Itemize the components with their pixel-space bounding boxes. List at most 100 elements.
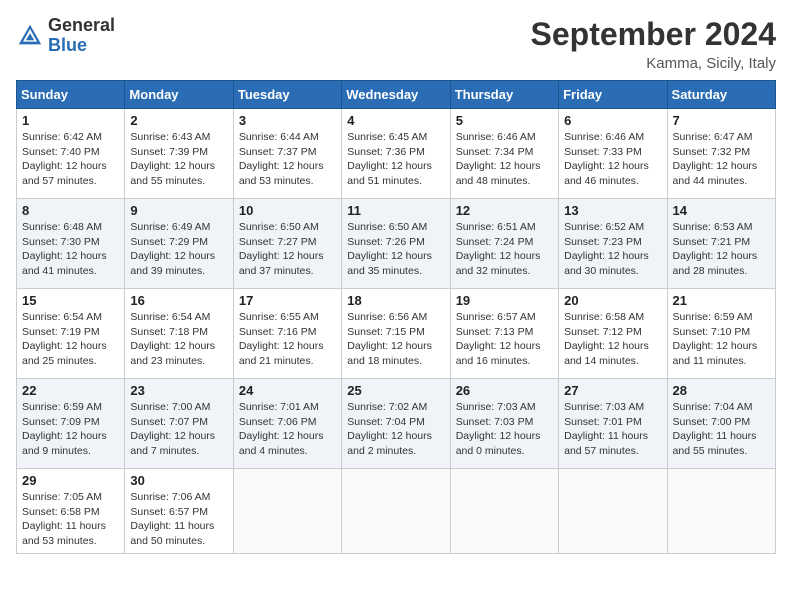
calendar-cell [559,469,667,554]
title-block: September 2024 Kamma, Sicily, Italy [531,16,776,72]
day-info: Sunrise: 6:50 AMSunset: 7:26 PMDaylight:… [347,220,444,279]
day-info: Sunrise: 7:06 AMSunset: 6:57 PMDaylight:… [130,490,227,549]
day-info: Sunrise: 6:57 AMSunset: 7:13 PMDaylight:… [456,310,553,369]
column-header-monday: Monday [125,81,233,109]
day-info: Sunrise: 6:55 AMSunset: 7:16 PMDaylight:… [239,310,336,369]
day-info: Sunrise: 7:05 AMSunset: 6:58 PMDaylight:… [22,490,119,549]
calendar-cell [450,469,558,554]
day-info: Sunrise: 6:42 AMSunset: 7:40 PMDaylight:… [22,130,119,189]
column-header-saturday: Saturday [667,81,775,109]
day-number: 3 [239,113,336,128]
calendar-cell: 26 Sunrise: 7:03 AMSunset: 7:03 PMDayligh… [450,379,558,469]
logo: General Blue [16,16,115,56]
day-info: Sunrise: 6:54 AMSunset: 7:19 PMDaylight:… [22,310,119,369]
day-number: 8 [22,203,119,218]
day-info: Sunrise: 6:46 AMSunset: 7:33 PMDaylight:… [564,130,661,189]
column-header-friday: Friday [559,81,667,109]
day-number: 10 [239,203,336,218]
day-number: 14 [673,203,770,218]
calendar-cell [233,469,341,554]
calendar-cell: 23Sunrise: 7:00 AMSunset: 7:07 PMDayligh… [125,379,233,469]
day-info: Sunrise: 6:43 AMSunset: 7:39 PMDaylight:… [130,130,227,189]
day-info: Sunrise: 6:59 AMSunset: 7:09 PMDaylight:… [22,400,119,459]
logo-blue-text: Blue [48,36,115,56]
day-info: Sunrise: 6:46 AMSunset: 7:34 PMDaylight:… [456,130,553,189]
day-number: 21 [673,293,770,308]
day-number: 26 [456,383,553,398]
calendar-header-row: SundayMondayTuesdayWednesdayThursdayFrid… [17,81,776,109]
day-number: 13 [564,203,661,218]
day-number: 4 [347,113,444,128]
day-number: 30 [130,473,227,488]
calendar-cell: 9Sunrise: 6:49 AMSunset: 7:29 PMDaylight… [125,199,233,289]
day-info: Sunrise: 7:03 AMSunset: 7:03 PMDaylight:… [456,400,553,459]
calendar-table: SundayMondayTuesdayWednesdayThursdayFrid… [16,80,776,554]
day-info: Sunrise: 6:53 AMSunset: 7:21 PMDaylight:… [673,220,770,279]
column-header-wednesday: Wednesday [342,81,450,109]
calendar-cell: 27Sunrise: 7:03 AMSunset: 7:01 PMDayligh… [559,379,667,469]
day-info: Sunrise: 6:49 AMSunset: 7:29 PMDaylight:… [130,220,227,279]
day-number: 28 [673,383,770,398]
column-header-tuesday: Tuesday [233,81,341,109]
calendar-cell: 20Sunrise: 6:58 AMSunset: 7:12 PMDayligh… [559,289,667,379]
calendar-cell: 17 Sunrise: 6:55 AMSunset: 7:16 PMDayligh… [233,289,341,379]
day-number: 6 [564,113,661,128]
day-number: 7 [673,113,770,128]
day-info: Sunrise: 6:44 AMSunset: 7:37 PMDaylight:… [239,130,336,189]
day-info: Sunrise: 6:59 AMSunset: 7:10 PMDaylight:… [673,310,770,369]
day-number: 16 [130,293,227,308]
day-number: 27 [564,383,661,398]
day-number: 18 [347,293,444,308]
day-info: Sunrise: 6:50 AMSunset: 7:27 PMDaylight:… [239,220,336,279]
location-text: Kamma, Sicily, Italy [531,55,776,72]
calendar-cell: 4 Sunrise: 6:45 AMSunset: 7:36 PMDaylight… [342,109,450,199]
day-number: 19 [456,293,553,308]
calendar-cell: 10 Sunrise: 6:50 AMSunset: 7:27 PMDayligh… [233,199,341,289]
day-info: Sunrise: 7:00 AMSunset: 7:07 PMDaylight:… [130,400,227,459]
day-number: 1 [22,113,119,128]
day-number: 25 [347,383,444,398]
day-number: 17 [239,293,336,308]
calendar-cell: 24 Sunrise: 7:01 AMSunset: 7:06 PMDayligh… [233,379,341,469]
calendar-cell: 19 Sunrise: 6:57 AMSunset: 7:13 PMDayligh… [450,289,558,379]
page-header: General Blue September 2024 Kamma, Sicil… [16,16,776,72]
month-title: September 2024 [531,16,776,53]
logo-icon [16,22,44,50]
column-header-thursday: Thursday [450,81,558,109]
calendar-cell: 14 Sunrise: 6:53 AMSunset: 7:21 PMDayligh… [667,199,775,289]
day-number: 15 [22,293,119,308]
day-info: Sunrise: 6:56 AMSunset: 7:15 PMDaylight:… [347,310,444,369]
calendar-week-row: 1 Sunrise: 6:42 AMSunset: 7:40 PMDaylight… [17,109,776,199]
day-number: 12 [456,203,553,218]
calendar-cell [667,469,775,554]
day-number: 24 [239,383,336,398]
calendar-cell: 12 Sunrise: 6:51 AMSunset: 7:24 PMDayligh… [450,199,558,289]
day-number: 2 [130,113,227,128]
calendar-week-row: 8 Sunrise: 6:48 AMSunset: 7:30 PMDaylight… [17,199,776,289]
calendar-cell: 15 Sunrise: 6:54 AMSunset: 7:19 PMDayligh… [17,289,125,379]
calendar-cell: 13Sunrise: 6:52 AMSunset: 7:23 PMDayligh… [559,199,667,289]
calendar-cell: 30 Sunrise: 7:06 AMSunset: 6:57 PMDayligh… [125,469,233,554]
day-info: Sunrise: 6:51 AMSunset: 7:24 PMDaylight:… [456,220,553,279]
calendar-cell [342,469,450,554]
day-info: Sunrise: 6:48 AMSunset: 7:30 PMDaylight:… [22,220,119,279]
calendar-cell: 21 Sunrise: 6:59 AMSunset: 7:10 PMDayligh… [667,289,775,379]
day-info: Sunrise: 6:47 AMSunset: 7:32 PMDaylight:… [673,130,770,189]
day-info: Sunrise: 6:58 AMSunset: 7:12 PMDaylight:… [564,310,661,369]
calendar-cell: 16 Sunrise: 6:54 AMSunset: 7:18 PMDayligh… [125,289,233,379]
day-info: Sunrise: 7:04 AMSunset: 7:00 PMDaylight:… [673,400,770,459]
calendar-cell: 8 Sunrise: 6:48 AMSunset: 7:30 PMDaylight… [17,199,125,289]
calendar-cell: 22 Sunrise: 6:59 AMSunset: 7:09 PMDayligh… [17,379,125,469]
calendar-cell: 1 Sunrise: 6:42 AMSunset: 7:40 PMDaylight… [17,109,125,199]
calendar-cell: 7 Sunrise: 6:47 AMSunset: 7:32 PMDaylight… [667,109,775,199]
calendar-week-row: 22 Sunrise: 6:59 AMSunset: 7:09 PMDayligh… [17,379,776,469]
calendar-cell: 5Sunrise: 6:46 AMSunset: 7:34 PMDaylight… [450,109,558,199]
calendar-cell: 11Sunrise: 6:50 AMSunset: 7:26 PMDayligh… [342,199,450,289]
day-info: Sunrise: 6:45 AMSunset: 7:36 PMDaylight:… [347,130,444,189]
day-info: Sunrise: 7:02 AMSunset: 7:04 PMDaylight:… [347,400,444,459]
day-info: Sunrise: 6:54 AMSunset: 7:18 PMDaylight:… [130,310,227,369]
calendar-cell: 28 Sunrise: 7:04 AMSunset: 7:00 PMDayligh… [667,379,775,469]
logo-general-text: General [48,16,115,36]
day-number: 22 [22,383,119,398]
day-info: Sunrise: 7:01 AMSunset: 7:06 PMDaylight:… [239,400,336,459]
